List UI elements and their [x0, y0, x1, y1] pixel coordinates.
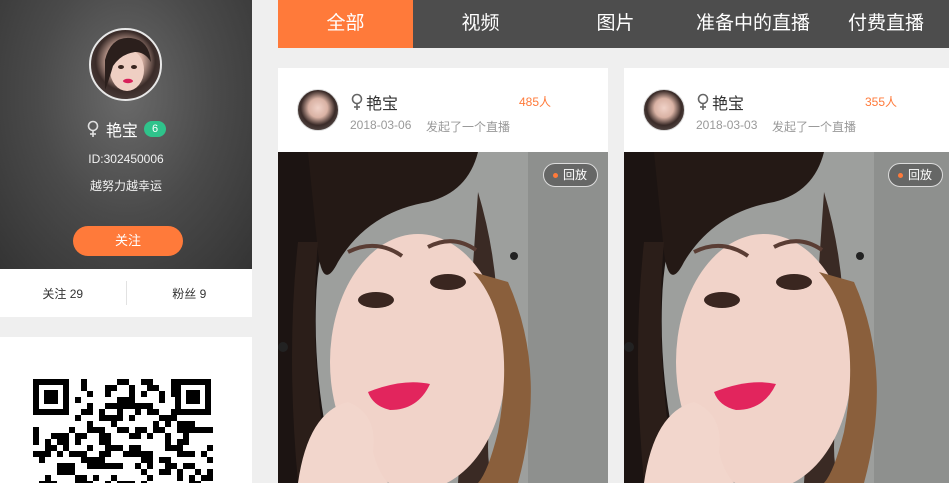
content-tabs: 全部 视频 图片 准备中的直播 付费直播: [278, 0, 949, 48]
viewer-count: 355人: [865, 95, 898, 109]
level-badge: 6: [143, 121, 167, 137]
card-action-text: 发起了一个直播: [772, 120, 857, 134]
female-icon: [86, 120, 100, 138]
replay-dot-icon: [897, 172, 903, 178]
profile-avatar[interactable]: [89, 28, 162, 101]
follow-stats: 关注 29 粉丝 9: [0, 269, 252, 317]
live-thumbnail[interactable]: 回放: [624, 152, 949, 483]
viewer-count: 485人: [519, 95, 552, 109]
live-card[interactable]: 艳宝 355人 2018-03-03 发起了一个直播 回放: [624, 68, 949, 483]
card-header: 艳宝 355人 2018-03-03 发起了一个直播: [624, 68, 949, 152]
card-name-row: 艳宝: [350, 90, 398, 114]
card-avatar[interactable]: [297, 89, 339, 131]
card-username[interactable]: 艳宝: [366, 90, 398, 114]
qr-code-image: [23, 369, 221, 483]
replay-label: 回放: [907, 168, 932, 182]
qr-code-panel: [0, 337, 252, 483]
tab-videos[interactable]: 视频: [413, 0, 548, 48]
card-header: 艳宝 485人 2018-03-06 发起了一个直播: [278, 68, 608, 152]
tab-paid-live[interactable]: 付费直播: [823, 0, 949, 48]
card-username[interactable]: 艳宝: [712, 90, 744, 114]
tab-all[interactable]: 全部: [278, 0, 413, 48]
profile-name-row: 艳宝 6: [0, 117, 252, 141]
replay-dot-icon: [552, 172, 558, 178]
follow-button[interactable]: 关注: [73, 226, 183, 256]
card-action-text: 发起了一个直播: [426, 120, 511, 134]
replay-label: 回放: [562, 168, 587, 182]
tab-pictures[interactable]: 图片: [548, 0, 683, 48]
card-date: 2018-03-03: [696, 118, 758, 132]
following-count[interactable]: 关注 29: [0, 285, 126, 302]
live-card[interactable]: 艳宝 485人 2018-03-06 发起了一个直播 回放: [278, 68, 608, 483]
fans-count[interactable]: 粉丝 9: [127, 285, 253, 302]
user-signature: 越努力越幸运: [89, 179, 162, 193]
replay-badge[interactable]: 回放: [887, 163, 943, 187]
profile-name: 艳宝: [105, 123, 138, 140]
card-date: 2018-03-06: [350, 118, 412, 132]
replay-badge[interactable]: 回放: [542, 163, 598, 187]
female-icon: [350, 93, 364, 111]
female-icon: [696, 93, 710, 111]
tab-upcoming-live[interactable]: 准备中的直播: [683, 0, 823, 48]
profile-card: 艳宝 6 ID:302450006 越努力越幸运 关注: [0, 0, 252, 269]
card-avatar[interactable]: [643, 89, 685, 131]
live-thumbnail[interactable]: 回放: [278, 152, 608, 483]
card-name-row: 艳宝: [696, 90, 744, 114]
user-id: ID:302450006: [88, 152, 164, 166]
profile-sidebar: 艳宝 6 ID:302450006 越努力越幸运 关注 关注 29 粉丝 9: [0, 0, 252, 483]
